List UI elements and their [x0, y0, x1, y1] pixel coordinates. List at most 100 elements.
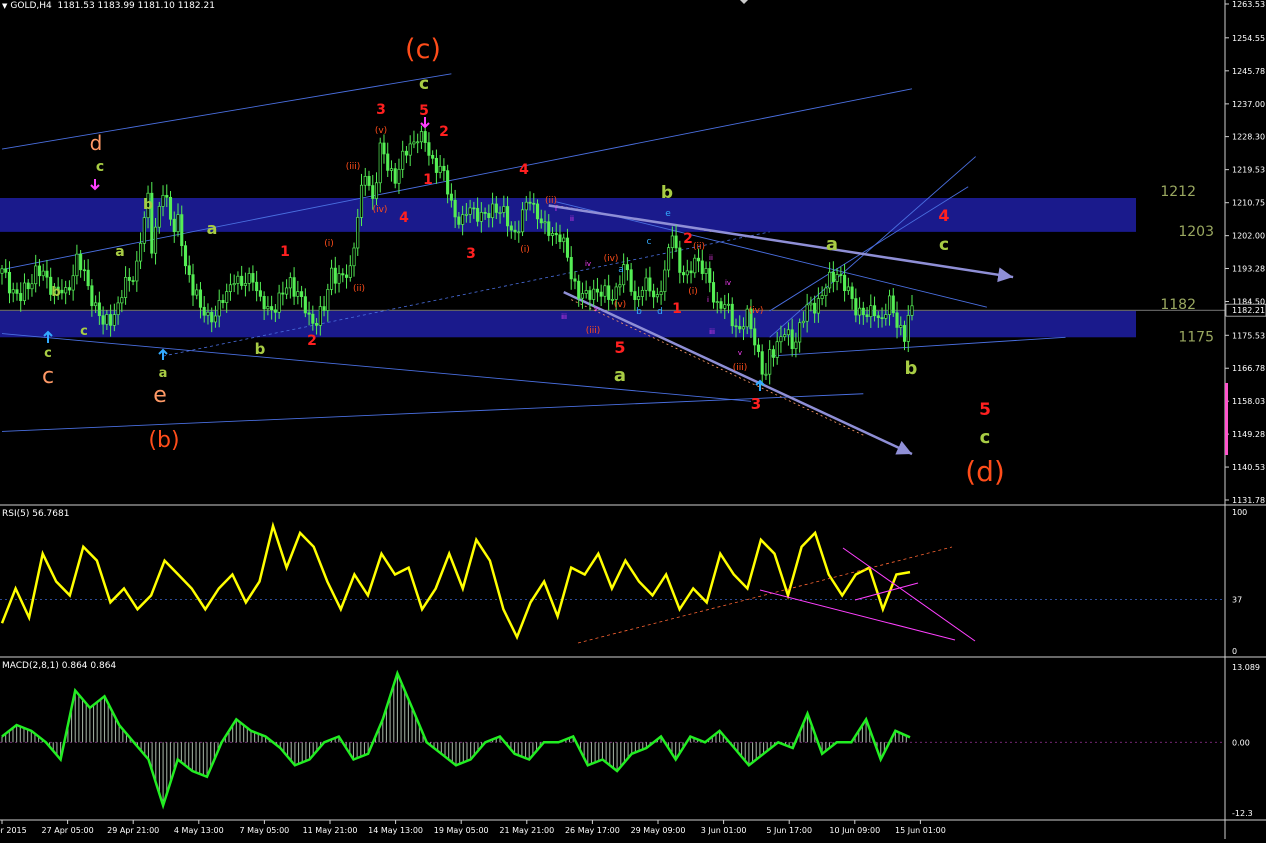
wave-label: a: [115, 244, 124, 260]
candle-body: [711, 282, 716, 303]
candle-body: [247, 273, 251, 284]
candle-body: [90, 285, 94, 307]
candle-body: [318, 306, 322, 326]
candle-body: [786, 329, 790, 336]
candle-body: [689, 270, 693, 274]
wave-label: 1: [672, 301, 682, 317]
y-tick-label: 1263.53: [1232, 0, 1265, 9]
macd-line: [1, 669, 911, 810]
candle-body: [715, 301, 719, 303]
candle-body: [11, 289, 15, 294]
candle-body: [502, 206, 506, 213]
candle-body: [573, 278, 577, 282]
wave-label: (d): [965, 455, 1005, 488]
candle-body: [427, 142, 431, 156]
wave-label: (iv): [604, 254, 619, 264]
candle-body: [599, 291, 603, 297]
x-tick-label: 22 Apr 2015: [0, 826, 27, 835]
candle-body: [633, 291, 637, 300]
candle-body: [112, 314, 116, 326]
candle-body: [397, 168, 401, 184]
rsi-tick-label: 100: [1232, 508, 1247, 517]
y-tick-label: 1149.28: [1232, 430, 1265, 439]
candle-body: [135, 260, 139, 282]
candle-body: [300, 291, 304, 297]
candle-body: [756, 344, 761, 352]
wave-label: c: [44, 346, 52, 361]
candle-body: [374, 182, 379, 199]
x-tick-label: 11 May 21:00: [303, 826, 358, 835]
candle-body: [607, 285, 611, 300]
candle-body: [191, 274, 195, 296]
candle-body: [285, 287, 289, 295]
wave-label: c: [96, 159, 104, 175]
candle-body: [307, 312, 311, 315]
wave-label: a: [826, 234, 838, 255]
rsi-wedge-line: [842, 547, 976, 642]
candle-body: [723, 304, 727, 309]
candle-body: [30, 283, 34, 290]
candle-body: [734, 325, 738, 328]
last-price-label: 1182.21: [1232, 306, 1265, 315]
candle-body: [401, 150, 405, 170]
wave-label: (iii): [346, 162, 361, 172]
wave-label: 2: [307, 333, 317, 349]
candle-body: [37, 265, 41, 277]
candle-body: [906, 315, 910, 342]
macd-tick-label: -12.3: [1232, 809, 1253, 818]
y-tick-label: 1254.55: [1232, 34, 1265, 43]
candle-body: [326, 289, 330, 311]
candle-body: [693, 257, 697, 274]
x-tick-label: 29 May 09:00: [631, 826, 686, 835]
candle-body: [131, 280, 135, 282]
wave-label: 1: [423, 172, 433, 188]
candle-body: [348, 265, 352, 278]
y-tick-label: 1175.53: [1232, 331, 1265, 340]
candle-body: [550, 233, 555, 236]
candle-body: [640, 289, 644, 297]
candle-body: [82, 269, 86, 272]
candle-body: [858, 307, 862, 316]
candle-body: [771, 349, 775, 358]
candle-body: [779, 336, 783, 343]
rsi-wedge-line: [759, 589, 956, 641]
wave-label: c: [980, 427, 991, 448]
candle-body: [869, 305, 873, 317]
wave-label: v: [594, 305, 598, 313]
candle-body: [902, 325, 907, 342]
candle-body: [7, 271, 12, 294]
candle-body: [708, 268, 712, 283]
macd-header: MACD(2,8,1) 0.864 0.864: [2, 661, 116, 671]
candle-body: [472, 207, 476, 210]
x-tick-label: 5 Jun 17:00: [766, 826, 812, 835]
candle-body: [580, 293, 585, 299]
wave-label: b: [255, 340, 266, 358]
candle-body: [457, 216, 461, 225]
candle-body: [367, 176, 371, 186]
candle-body: [783, 334, 787, 338]
candle-body: [625, 264, 629, 271]
candle-body: [685, 270, 689, 276]
candle-body: [97, 302, 101, 317]
candle-body: [753, 328, 757, 346]
wave-label: 2: [439, 124, 449, 140]
x-tick-label: 26 May 17:00: [565, 826, 620, 835]
x-tick-label: 4 May 13:00: [174, 826, 224, 835]
candle-body: [431, 155, 435, 159]
wave-label: a: [614, 365, 626, 386]
candle-body: [843, 274, 847, 292]
candle-body: [94, 302, 98, 307]
candle-body: [678, 247, 682, 273]
candle-body: [153, 226, 158, 254]
candle-body: [513, 229, 517, 233]
y-tick-label: 1166.78: [1232, 364, 1265, 373]
candle-body: [442, 165, 446, 172]
candle-body: [846, 286, 850, 292]
candle-body: [363, 176, 367, 186]
x-tick-label: 29 Apr 21:00: [107, 826, 159, 835]
candle-body: [884, 314, 888, 319]
candle-body: [487, 213, 491, 219]
candle-body: [329, 267, 334, 290]
x-tick-label: 15 Jun 01:00: [895, 826, 946, 835]
y-tick-label: 1219.53: [1232, 166, 1265, 175]
